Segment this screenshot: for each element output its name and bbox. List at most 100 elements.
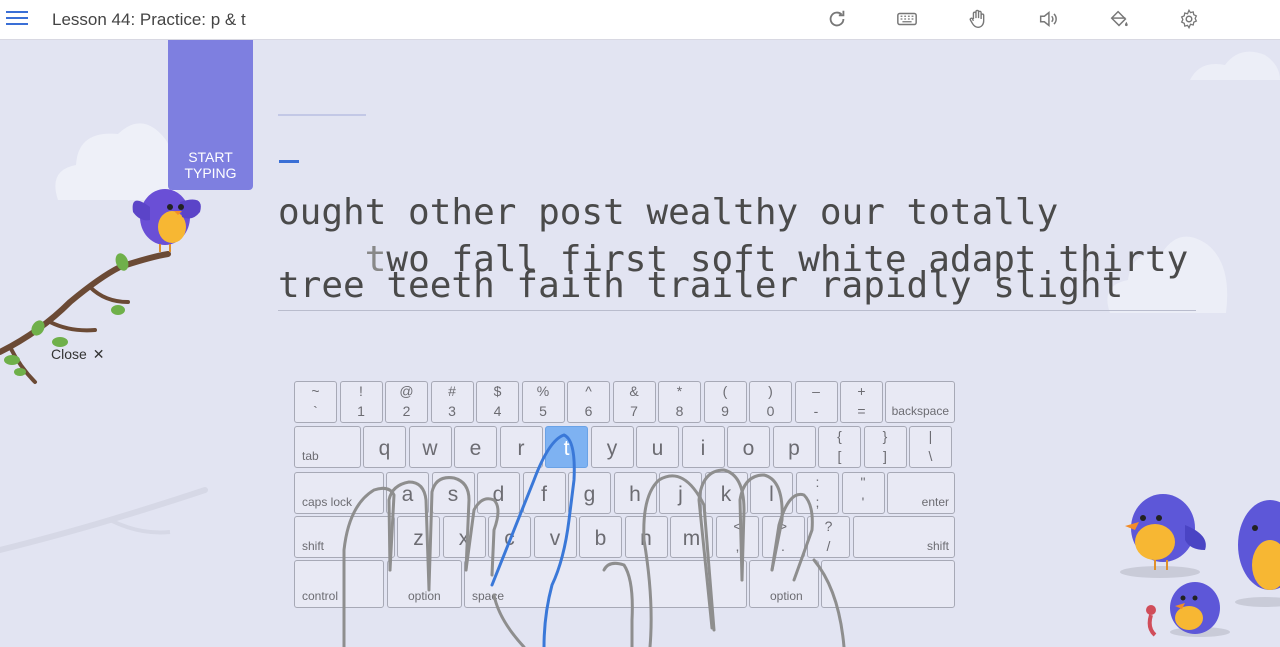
sound-icon[interactable]: [1037, 8, 1059, 30]
key-option-right-label: option: [770, 589, 803, 603]
key-row1-9[interactable]: (9: [703, 381, 747, 423]
key-row1-6-label: ^: [585, 383, 592, 399]
key-row4-sym-1-label: >: [778, 518, 788, 534]
key-row1-3[interactable]: #3: [430, 381, 474, 423]
key-row1-2-label: @: [399, 383, 414, 399]
key-row4-sym-1[interactable]: >.: [761, 516, 805, 558]
typing-area-divider: [278, 310, 1196, 311]
key-blank-right[interactable]: [821, 560, 955, 608]
key-row1-8-label: 8: [675, 403, 684, 419]
key-v[interactable]: v: [533, 516, 577, 558]
key-row4-sym-2[interactable]: ? /: [807, 516, 850, 558]
key-p-label: p: [788, 437, 800, 460]
key-x-label: x: [458, 527, 470, 550]
key-row1-4[interactable]: $4: [476, 381, 519, 423]
key-u[interactable]: u: [636, 426, 679, 468]
key-control[interactable]: control: [294, 560, 384, 608]
key-h[interactable]: h: [613, 472, 657, 514]
key-f-label: f: [541, 483, 547, 506]
key-o-label: o: [742, 437, 755, 460]
key-row2-sym-0[interactable]: {[: [818, 426, 861, 468]
key-n[interactable]: n: [624, 516, 668, 558]
text-line-1-rest: wo fall first soft white adapt thirty: [386, 239, 1189, 280]
key-option-left[interactable]: option: [387, 560, 462, 608]
key-l-label: l: [769, 483, 774, 506]
restart-icon[interactable]: [826, 8, 848, 30]
key-row2-sym-0-label: {: [837, 428, 842, 444]
key-s[interactable]: s: [431, 472, 475, 514]
key-row1-8-label: *: [676, 383, 683, 399]
key-x[interactable]: x: [442, 516, 486, 558]
key-p[interactable]: p: [772, 426, 816, 468]
top-bar: Lesson 44: Practice: p & t: [0, 0, 1280, 40]
key-shift-left[interactable]: shift: [294, 516, 395, 558]
key-row1-0[interactable]: ~ `: [294, 381, 337, 423]
key-space[interactable]: space: [464, 560, 747, 608]
key-f[interactable]: f: [522, 472, 566, 514]
key-y[interactable]: y: [590, 426, 634, 468]
key-z[interactable]: z: [397, 516, 440, 558]
key-row1-6[interactable]: ^ 6: [567, 381, 610, 423]
key-row1-10-label: 0: [766, 403, 775, 419]
lesson-title: Lesson 44: Practice: p & t: [52, 10, 246, 29]
key-enter[interactable]: enter: [887, 472, 955, 514]
gear-icon[interactable]: [1178, 8, 1200, 30]
key-row1-7[interactable]: & 7: [612, 381, 656, 423]
key-k[interactable]: k: [704, 472, 748, 514]
key-row3-sym-1-label: ": [860, 474, 866, 490]
key-row1-12[interactable]: + =: [840, 381, 883, 423]
key-row1-5[interactable]: % 5: [521, 381, 565, 423]
key-row3-sym-1[interactable]: " ': [841, 472, 885, 514]
key-row1-11[interactable]: – -: [794, 381, 838, 423]
key-l[interactable]: l: [750, 472, 793, 514]
key-d[interactable]: d: [477, 472, 520, 514]
key-row1-8[interactable]: * 8: [658, 381, 701, 423]
keyboard-icon[interactable]: [896, 8, 918, 30]
key-row1-1[interactable]: ! 1: [339, 381, 383, 423]
start-label-line2: TYPING: [184, 165, 237, 181]
key-tab[interactable]: tab: [294, 426, 361, 468]
key-row3-sym-0[interactable]: :;: [796, 472, 839, 514]
hand-icon[interactable]: [967, 8, 989, 30]
key-w[interactable]: w: [408, 426, 452, 468]
key-row1-7-label: 7: [630, 403, 638, 419]
key-b[interactable]: b: [579, 516, 622, 558]
key-shift-left-label: shift: [302, 539, 325, 553]
hamburger-menu-icon[interactable]: [6, 8, 28, 28]
typing-text-area[interactable]: two fall first soft white adapt thirty o…: [278, 110, 1196, 329]
close-button[interactable]: Close ✕: [51, 346, 105, 363]
key-backspace[interactable]: backspace: [885, 381, 955, 423]
key-i[interactable]: i: [681, 426, 725, 468]
key-w-label: w: [422, 437, 438, 460]
key-q-label: q: [378, 437, 391, 460]
key-row1-3-label: 3: [448, 403, 456, 419]
key-option-right[interactable]: option: [749, 560, 819, 608]
key-row4-sym-0[interactable]: <,: [716, 516, 759, 558]
key-s-label: s: [447, 483, 459, 506]
key-row1-5-label: %: [536, 383, 550, 399]
key-caps-lock[interactable]: caps lock: [294, 472, 384, 514]
key-a[interactable]: a: [386, 472, 429, 514]
key-caps-lock-label: caps lock: [302, 495, 353, 509]
key-row2-sym-2[interactable]: | \: [909, 426, 952, 468]
start-typing-button[interactable]: START TYPING: [168, 40, 253, 190]
key-t[interactable]: t: [545, 426, 588, 468]
key-k-label: k: [720, 483, 732, 506]
key-g[interactable]: g: [568, 472, 611, 514]
key-shift-right[interactable]: shift: [853, 516, 955, 558]
key-e[interactable]: e: [454, 426, 497, 468]
key-j[interactable]: j: [659, 472, 702, 514]
key-row1-10[interactable]: ) 0: [749, 381, 792, 423]
branch-shadow-decoration: [0, 487, 208, 553]
key-row2-sym-1-label: ]: [883, 448, 887, 464]
key-space-label: space: [472, 589, 505, 603]
key-row2-sym-1[interactable]: }]: [863, 426, 907, 468]
key-r[interactable]: r: [499, 426, 543, 468]
key-q[interactable]: q: [363, 426, 406, 468]
key-c[interactable]: c: [488, 516, 531, 558]
key-o[interactable]: o: [727, 426, 770, 468]
paint-bucket-icon[interactable]: [1108, 8, 1130, 30]
key-row1-12-label: =: [857, 403, 866, 419]
key-row1-2[interactable]: @2: [385, 381, 428, 423]
key-m[interactable]: m: [670, 516, 713, 558]
